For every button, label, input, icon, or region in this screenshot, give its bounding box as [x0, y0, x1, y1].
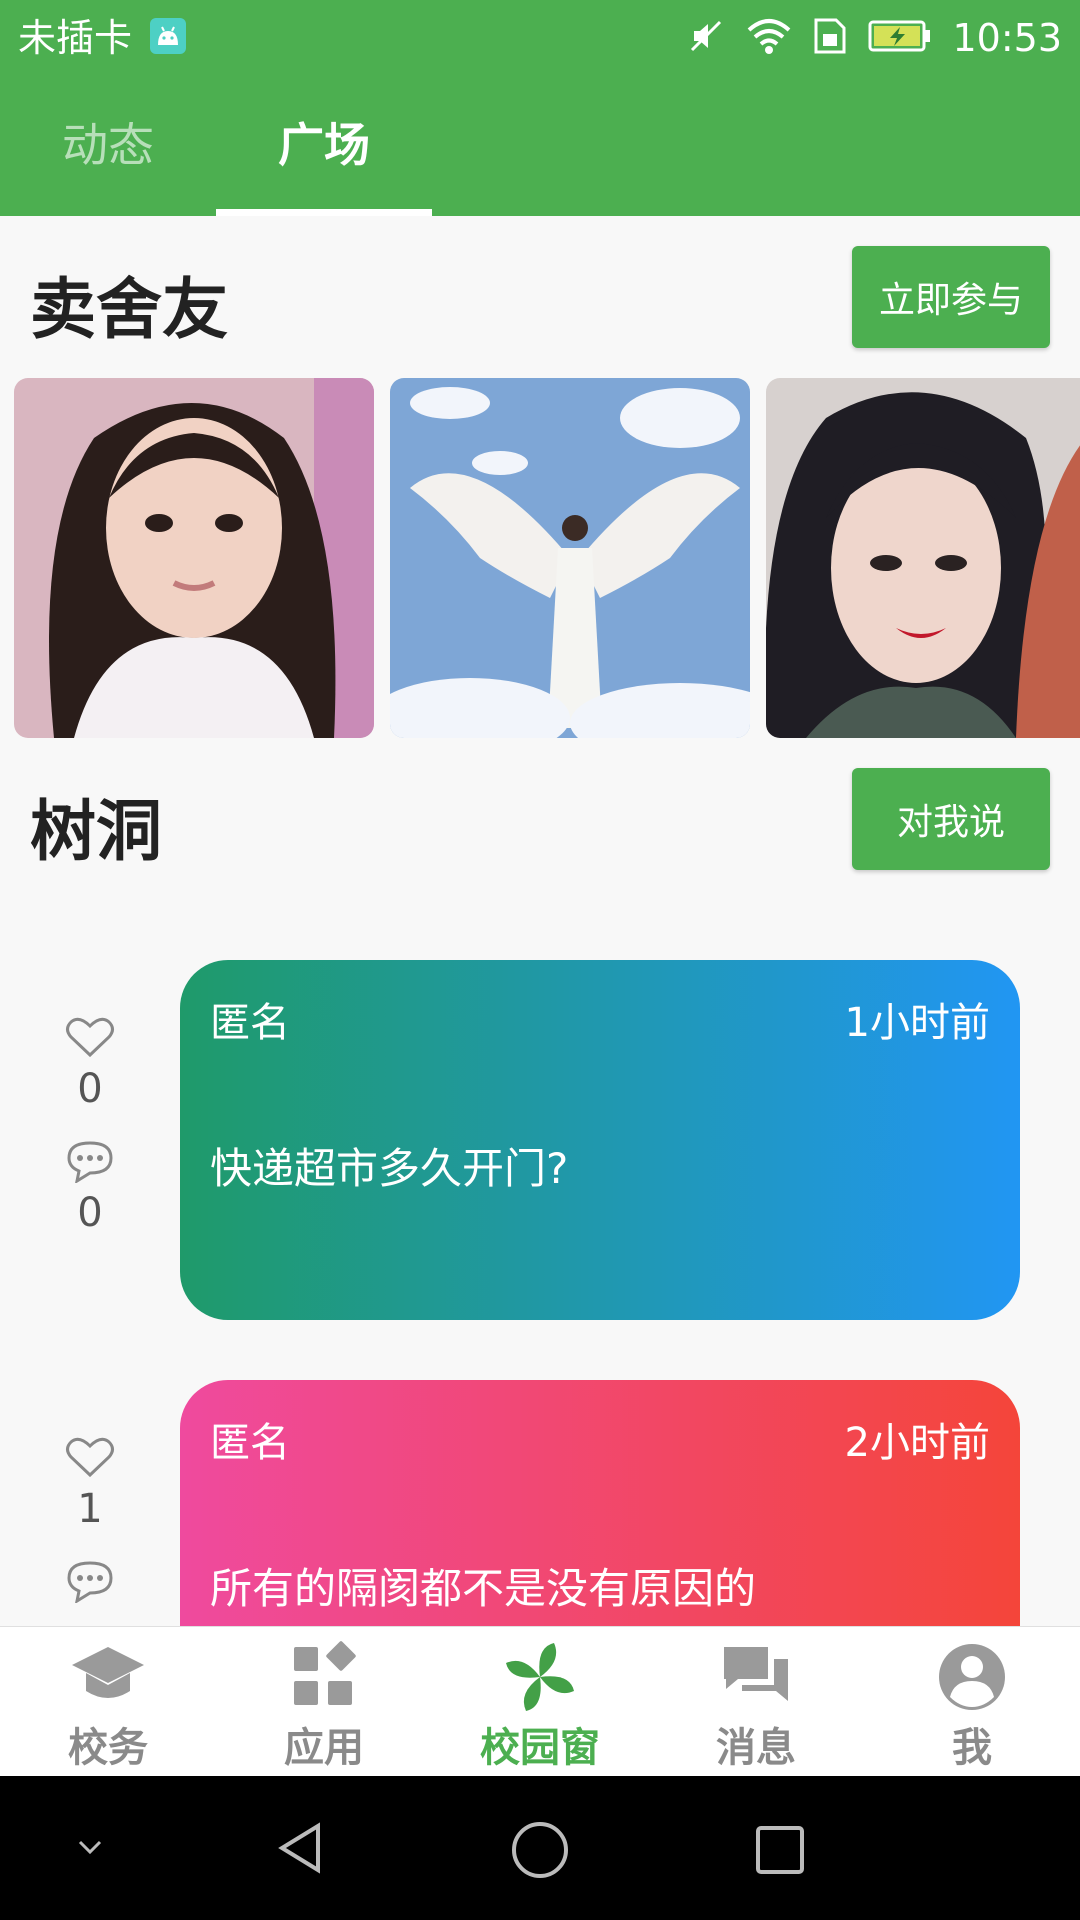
- account-circle-icon: [939, 1644, 1005, 1710]
- sim-icon: [812, 16, 848, 60]
- post-content: 快递超市多久开门?: [210, 1144, 569, 1193]
- treehole-section-title: 树洞: [30, 793, 162, 870]
- like-count: 1: [77, 1486, 103, 1532]
- talk-to-me-button[interactable]: 对我说: [852, 768, 1050, 870]
- battery-icon: [868, 18, 932, 58]
- post-actions: 1: [50, 1435, 130, 1603]
- clock: 10:53: [952, 16, 1062, 60]
- nav-apps[interactable]: 应用: [216, 1627, 432, 1777]
- nav-campus-affairs[interactable]: 校务: [0, 1627, 216, 1777]
- nav-label: 校务: [68, 1725, 148, 1771]
- heart-icon[interactable]: [65, 1435, 115, 1479]
- pinwheel-icon: [506, 1643, 574, 1711]
- post-author: 匿名: [210, 1420, 290, 1466]
- recents-icon[interactable]: [750, 1820, 810, 1880]
- post-time: 1小时前: [844, 1000, 990, 1046]
- roommate-section-title: 卖舍友: [30, 271, 228, 348]
- top-tabs: 动态 广场: [0, 100, 1080, 216]
- tab-square[interactable]: 广场: [216, 100, 432, 216]
- graduation-cap-icon: [72, 1647, 144, 1698]
- roommate-gallery[interactable]: [0, 378, 1080, 738]
- system-navigation-bar: [0, 1776, 1080, 1920]
- post-content: 所有的隔阂都不是没有原因的: [210, 1564, 757, 1613]
- heart-icon[interactable]: [65, 1015, 115, 1059]
- like-count: 0: [77, 1066, 103, 1112]
- comment-icon[interactable]: [65, 1559, 115, 1603]
- post-card[interactable]: 匿名 1小时前 快递超市多久开门?: [180, 960, 1020, 1320]
- nav-label: 我: [952, 1725, 992, 1771]
- nav-label: 校园窗: [480, 1725, 600, 1771]
- join-now-button[interactable]: 立即参与: [852, 246, 1050, 348]
- android-debug-icon: [150, 18, 186, 54]
- status-bar: 未插卡 10:53: [0, 0, 1080, 76]
- nav-messages[interactable]: 消息: [648, 1627, 864, 1777]
- apps-grid-icon: [294, 1641, 356, 1705]
- nav-profile[interactable]: 我: [864, 1627, 1080, 1777]
- wifi-icon: [746, 16, 792, 60]
- chevron-down-icon[interactable]: [72, 1832, 108, 1862]
- nav-label: 应用: [284, 1725, 364, 1771]
- tab-dynamic[interactable]: 动态: [0, 100, 216, 216]
- comment-count: 0: [77, 1190, 103, 1236]
- comment-icon[interactable]: [65, 1139, 115, 1183]
- back-icon[interactable]: [270, 1818, 330, 1878]
- app-header: 未插卡 10:53 动态 广场: [0, 0, 1080, 216]
- mute-icon: [686, 16, 726, 60]
- bottom-navigation: 校务 应用 校园窗 消息 我: [0, 1626, 1080, 1776]
- home-icon[interactable]: [508, 1818, 572, 1882]
- post-time: 2小时前: [844, 1420, 990, 1466]
- roommate-photo[interactable]: [766, 378, 1080, 738]
- nav-campus-window[interactable]: 校园窗: [432, 1627, 648, 1777]
- carrier-label: 未插卡: [18, 16, 133, 60]
- tab-indicator: [216, 209, 432, 216]
- roommate-photo[interactable]: [14, 378, 374, 738]
- chat-bubbles-icon: [724, 1647, 788, 1701]
- post-actions: 0 0: [50, 1015, 130, 1243]
- roommate-photo[interactable]: [390, 378, 750, 738]
- post-author: 匿名: [210, 1000, 290, 1046]
- nav-label: 消息: [716, 1725, 796, 1771]
